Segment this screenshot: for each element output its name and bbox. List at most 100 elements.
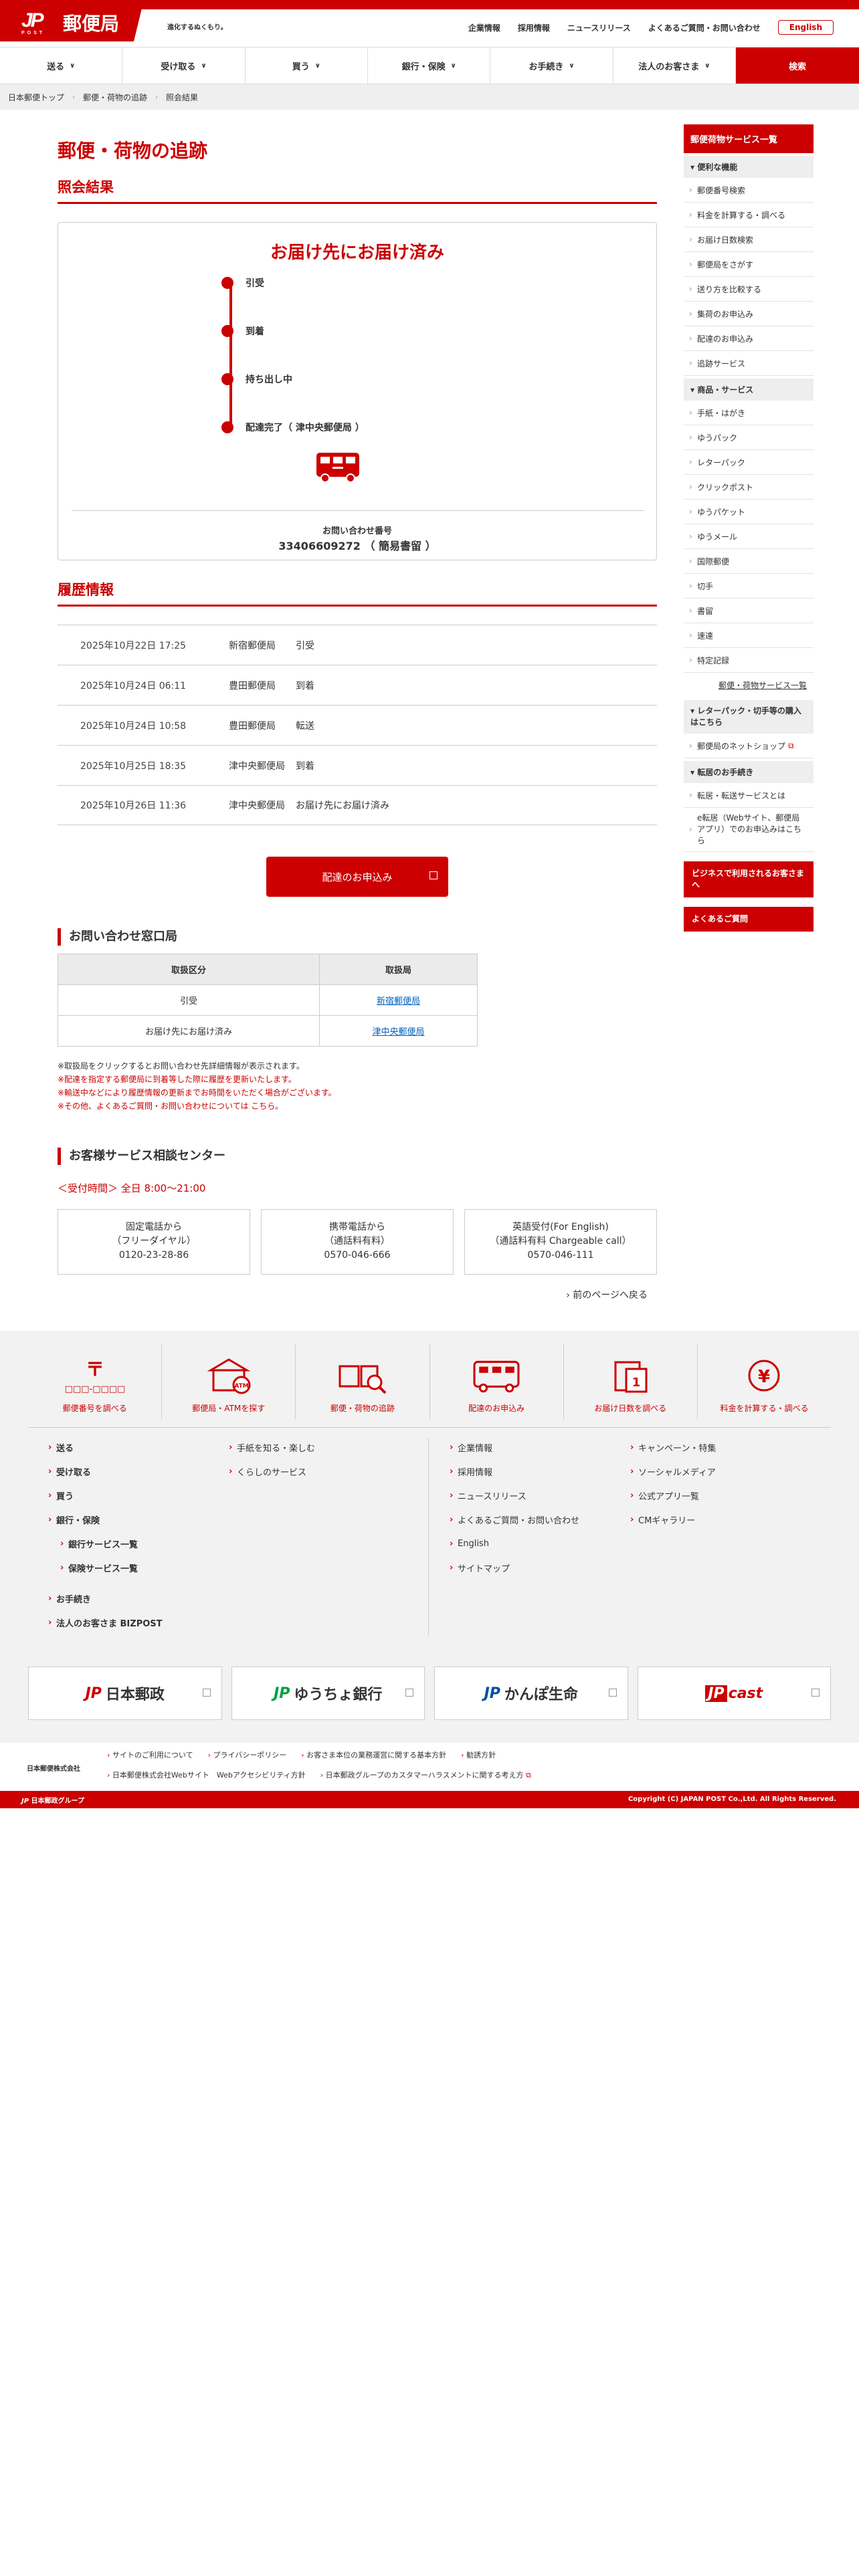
back-link[interactable]: › 前のページへ戻る — [566, 1288, 648, 1301]
inquiry-number: 33406609272 （ 簡易書留 ） — [278, 540, 436, 552]
footer-link[interactable]: 法人のお客さま BIZPOST — [47, 1610, 163, 1634]
footer-link[interactable]: 手紙を知る・楽しむ — [227, 1435, 315, 1459]
history-row: 2025年10月24日 10:58 豊田郵便局 転送 — [58, 705, 657, 745]
footer-link[interactable]: 採用情報 — [448, 1459, 579, 1483]
sidebar-link[interactable]: 特定記録 — [684, 648, 814, 673]
contact-office-title: お問い合わせ窓口局 — [58, 928, 177, 946]
footer-link[interactable]: ソーシャルメディア — [629, 1459, 716, 1483]
footer-link[interactable]: CMギャラリー — [629, 1507, 716, 1531]
legal-link[interactable]: › プライバシーポリシー — [208, 1749, 287, 1760]
legal-link[interactable]: › 勧誘方針 — [461, 1749, 496, 1760]
brand-yucho-bank[interactable]: JP ゆうちょ銀行 — [231, 1667, 425, 1720]
util-link-recruit[interactable]: 採用情報 — [518, 22, 550, 33]
sidebar-link[interactable]: 追跡サービス — [684, 351, 814, 376]
breadcrumb-home[interactable]: 日本郵便トップ — [8, 92, 64, 103]
sidebar-link[interactable]: クリックポスト — [684, 475, 814, 500]
footer-link[interactable]: English — [448, 1531, 579, 1555]
delivery-truck-icon — [473, 1360, 520, 1393]
legal-link[interactable]: › サイトのご利用について — [107, 1749, 193, 1760]
util-link-news[interactable]: ニュースリリース — [567, 22, 631, 33]
footer-link[interactable]: 銀行サービス一覧 — [59, 1531, 163, 1555]
sidebar-link[interactable]: 郵便番号検索 — [684, 178, 814, 203]
footer-link[interactable]: キャンペーン・特集 — [629, 1435, 716, 1459]
sidebar-link[interactable]: 国際郵便 — [684, 549, 814, 574]
footer-link[interactable]: くらしのサービス — [227, 1459, 315, 1483]
legal-link-label: 日本郵便株式会社Webサイト Webアクセシビリティ方針 — [112, 1771, 306, 1780]
sidebar-link[interactable]: e転居（Webサイト、郵便局アプリ）でのお申込みはこちら — [684, 808, 814, 852]
breadcrumb-tracking[interactable]: 郵便・荷物の追跡 — [83, 92, 147, 103]
sidebar-more-link[interactable]: 郵便・荷物サービス一覧 — [684, 673, 814, 697]
step-dot-icon — [221, 421, 233, 433]
external-link-icon — [202, 1689, 211, 1697]
footer-service-office-atm[interactable]: ATM 郵便局・ATMを探す — [162, 1344, 296, 1419]
brand-jp-cast[interactable]: JP cast — [637, 1667, 831, 1720]
delivery-request-button[interactable]: 配達のお申込み — [266, 857, 448, 897]
faq-button[interactable]: よくあるご質問 — [684, 907, 814, 932]
sidebar-link[interactable]: 手紙・はがき — [684, 401, 814, 425]
footer-link[interactable]: 受け取る — [47, 1459, 163, 1483]
chevron-right-icon: › — [301, 1751, 304, 1759]
footer-link[interactable]: 送る — [47, 1435, 163, 1459]
sidebar-link[interactable]: 郵便局のネットショップ⧉ — [684, 734, 814, 758]
footer-link[interactable]: 公式アプリ一覧 — [629, 1483, 716, 1507]
sidebar-link[interactable]: 郵便局をさがす — [684, 252, 814, 277]
brand-kampo-life[interactable]: JP かんぽ生命 — [434, 1667, 628, 1720]
sidebar-group-title: ▾ レターパック・切手等の購入はこちら — [684, 700, 814, 734]
footer-link[interactable]: 買う — [47, 1483, 163, 1507]
footer-service-fee[interactable]: ¥ 料金を計算する・調べる — [698, 1344, 831, 1419]
sidebar-link[interactable]: ゆうパケット — [684, 500, 814, 524]
footer-link[interactable]: 企業情報 — [448, 1435, 579, 1459]
office-link[interactable]: 新宿郵便局 — [377, 996, 420, 1006]
footer-service-postcode[interactable]: 〒 □□□-□□□□ 郵便番号を調べる — [28, 1344, 163, 1419]
sidebar-link[interactable]: レターパック — [684, 450, 814, 475]
company-name: 日本郵便株式会社 — [27, 1765, 80, 1773]
sidebar-link[interactable]: 配達のお申込み — [684, 326, 814, 351]
atm-label: ATM — [234, 1383, 248, 1390]
sidebar-link[interactable]: 速達 — [684, 623, 814, 648]
office-link[interactable]: 津中央郵便局 — [373, 1027, 425, 1037]
legal-link[interactable]: › 日本郵便株式会社Webサイト Webアクセシビリティ方針 — [107, 1769, 306, 1780]
sidebar-link[interactable]: ゆうメール — [684, 524, 814, 549]
search-button[interactable]: 検索 — [735, 47, 859, 84]
calendar-icon: 1 — [614, 1361, 648, 1393]
gnav-send[interactable]: 送る ∨ — [0, 47, 123, 84]
group-title-text: 商品・サービス — [697, 385, 754, 395]
footer-link[interactable]: 銀行・保険 — [47, 1507, 163, 1531]
phone-note: （通話料有料 Chargeable call） — [490, 1236, 632, 1247]
business-button[interactable]: ビジネスで利用されるお客さまへ — [684, 861, 814, 897]
history-date: 2025年10月24日 10:58 — [80, 720, 187, 732]
sidebar-link[interactable]: ゆうパック — [684, 425, 814, 450]
gnav-procedures[interactable]: お手続き ∨ — [490, 47, 613, 84]
sidebar-link[interactable]: 集荷のお申込み — [684, 302, 814, 326]
sidebar-link[interactable]: 書留 — [684, 599, 814, 623]
brand-name: ゆうちょ銀行 — [294, 1687, 383, 1703]
util-link-faq[interactable]: よくあるご質問・お問い合わせ — [648, 22, 761, 33]
logo-post-text: POST — [21, 31, 45, 35]
footer-service-delivery[interactable]: 配達のお申込み — [430, 1344, 564, 1419]
footer-link[interactable]: サイトマップ — [448, 1555, 579, 1580]
gnav-bank-insurance[interactable]: 銀行・保険 ∨ — [368, 47, 491, 84]
footer-service-tracking[interactable]: 郵便・荷物の追跡 — [296, 1344, 430, 1419]
util-link-company[interactable]: 企業情報 — [468, 22, 500, 33]
footer-service-delivery-days[interactable]: 1 お届け日数を調べる — [564, 1344, 698, 1419]
gnav-receive[interactable]: 受け取る ∨ — [122, 47, 246, 84]
footer-link[interactable]: 保険サービス一覧 — [59, 1555, 163, 1580]
legal-link[interactable]: › 日本郵政グループのカスタマーハラスメントに関する考え方 ⧉ — [320, 1769, 531, 1780]
legal-link[interactable]: › お客さま本位の業務運営に関する基本方針 — [301, 1749, 446, 1760]
footer-link[interactable]: ニュースリリース — [448, 1483, 579, 1507]
status-head: お届け先にお届け済み — [270, 243, 444, 263]
sidebar-link[interactable]: 転居・転送サービスとは — [684, 783, 814, 808]
sidebar-link[interactable]: 料金を計算する・調べる — [684, 203, 814, 227]
english-button[interactable]: English — [777, 20, 834, 35]
office-category: お届け先にお届け済み — [57, 1015, 320, 1047]
gnav-corporate[interactable]: 法人のお客さま ∨ — [613, 47, 736, 84]
gnav-buy[interactable]: 買う ∨ — [246, 47, 368, 84]
footer-service-label: お届け日数を調べる — [594, 1404, 667, 1413]
footer-link[interactable]: お手続き — [47, 1586, 163, 1610]
footer-link[interactable]: よくあるご質問・お問い合わせ — [448, 1507, 579, 1531]
sidebar-link[interactable]: 送り方を比較する — [684, 277, 814, 302]
sidebar-link[interactable]: 切手 — [684, 574, 814, 599]
brand-japan-post-holdings[interactable]: JP 日本郵政 — [28, 1667, 222, 1720]
site-logo[interactable]: JP POST 郵便局 — [0, 0, 144, 41]
sidebar-link[interactable]: お届け日数検索 — [684, 227, 814, 252]
